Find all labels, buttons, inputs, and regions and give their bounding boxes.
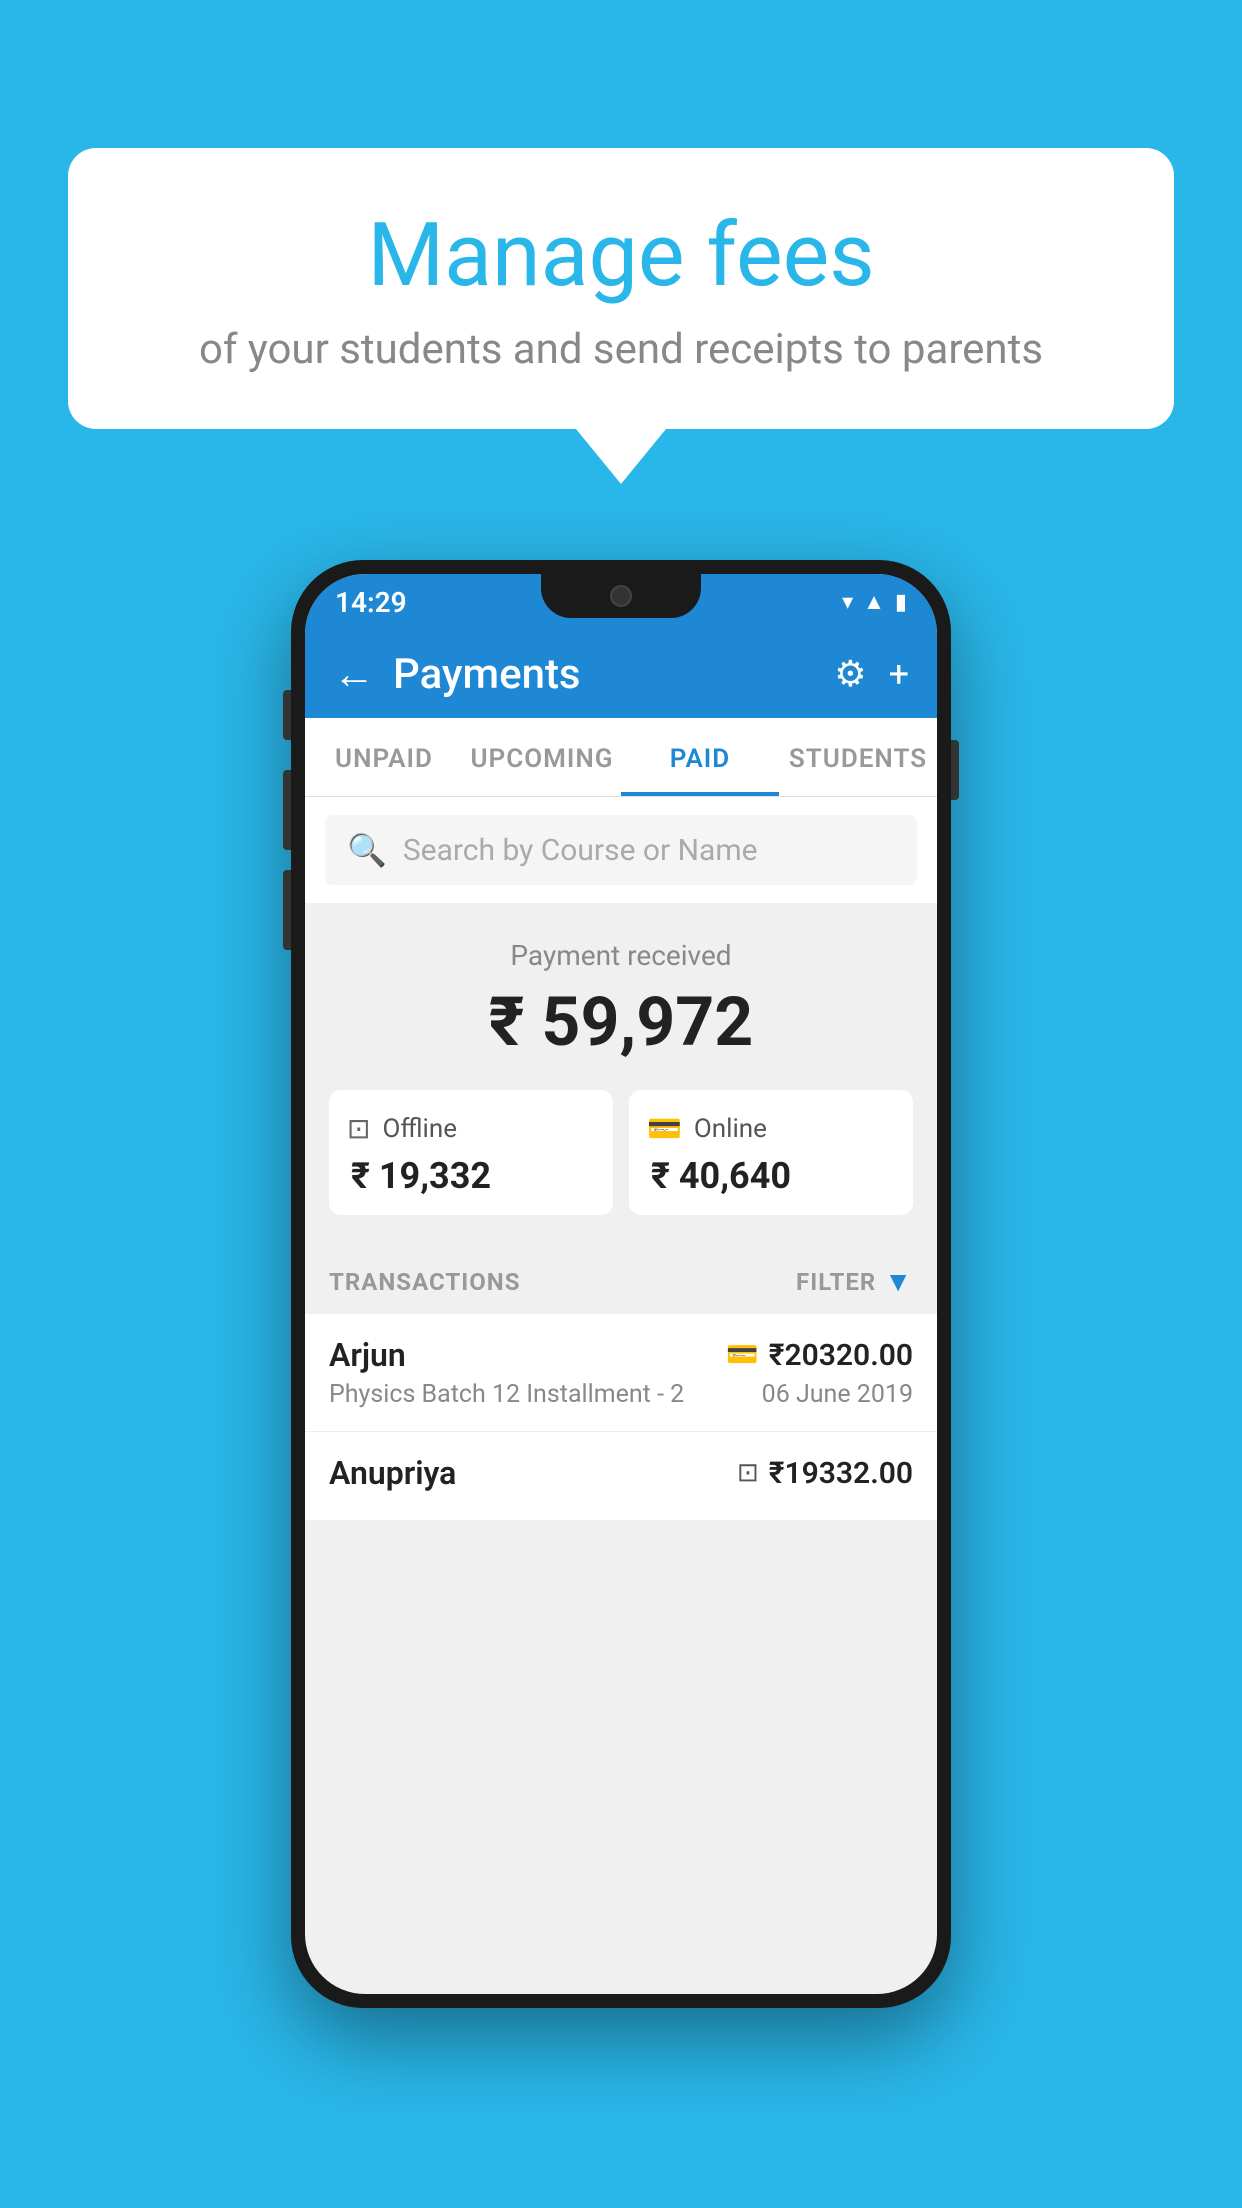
search-placeholder: Search by Course or Name	[403, 833, 758, 868]
payment-cards: ⊡ Offline ₹ 19,332 💳 Online ₹ 40,640	[329, 1090, 913, 1215]
phone-outer: 14:29 ▾ ▲ ▮ ← Payments ⚙ + UNPAID	[291, 560, 951, 2008]
transaction-name-arjun: Arjun	[329, 1336, 406, 1374]
app-bar-icons: ⚙ +	[834, 653, 909, 695]
tab-upcoming[interactable]: UPCOMING	[463, 718, 621, 796]
filter-label: FILTER	[796, 1268, 876, 1296]
app-bar: ← Payments ⚙ +	[305, 630, 937, 718]
speech-bubble-subtitle: of your students and send receipts to pa…	[138, 325, 1104, 374]
payment-summary: Payment received ₹ 59,972 ⊡ Offline ₹ 19…	[305, 903, 937, 1243]
speech-bubble-arrow	[576, 429, 666, 484]
transactions-label: TRANSACTIONS	[329, 1268, 521, 1296]
back-button[interactable]: ←	[333, 650, 375, 699]
payment-total: ₹ 59,972	[325, 982, 917, 1062]
speech-bubble-title: Manage fees	[138, 208, 1104, 305]
transactions-header: TRANSACTIONS FILTER ▼	[305, 1243, 937, 1314]
search-icon: 🔍	[347, 831, 387, 869]
search-bar[interactable]: 🔍 Search by Course or Name	[325, 815, 917, 885]
offline-card: ⊡ Offline ₹ 19,332	[329, 1090, 613, 1215]
phone-wrapper: 14:29 ▾ ▲ ▮ ← Payments ⚙ + UNPAID	[291, 560, 951, 2008]
offline-amount: ₹ 19,332	[351, 1155, 595, 1197]
transaction-date-arjun: 06 June 2019	[762, 1380, 913, 1409]
transaction-amount-anupriya: ₹19332.00	[769, 1456, 913, 1491]
signal-icon: ▲	[863, 589, 885, 615]
transaction-item-arjun[interactable]: Arjun 💳 ₹20320.00 Physics Batch 12 Insta…	[305, 1314, 937, 1432]
online-card-header: 💳 Online	[647, 1112, 895, 1145]
transaction-row1-anupriya: Anupriya ⊡ ₹19332.00	[329, 1454, 913, 1492]
offline-icon: ⊡	[347, 1112, 370, 1145]
tab-paid[interactable]: PAID	[621, 718, 779, 796]
transaction-amount-arjun: ₹20320.00	[769, 1338, 913, 1373]
speech-bubble: Manage fees of your students and send re…	[68, 148, 1174, 429]
online-amount: ₹ 40,640	[651, 1155, 895, 1197]
phone-side-button-left-2	[283, 770, 291, 850]
add-icon[interactable]: +	[889, 653, 909, 695]
online-card: 💳 Online ₹ 40,640	[629, 1090, 913, 1215]
tab-students[interactable]: STUDENTS	[779, 718, 937, 796]
phone-side-button-left-3	[283, 870, 291, 950]
phone-camera	[610, 585, 632, 607]
payment-label: Payment received	[325, 939, 917, 972]
cash-icon: ⊡	[737, 1458, 759, 1488]
app-title: Payments	[393, 650, 834, 699]
phone-notch	[541, 574, 701, 618]
online-icon: 💳	[647, 1112, 682, 1145]
tabs: UNPAID UPCOMING PAID STUDENTS	[305, 718, 937, 797]
card-icon: 💳	[726, 1340, 758, 1370]
phone-screen: 14:29 ▾ ▲ ▮ ← Payments ⚙ + UNPAID	[305, 574, 937, 1994]
phone-side-button-right	[951, 740, 959, 800]
transaction-name-anupriya: Anupriya	[329, 1454, 456, 1492]
filter-icon: ▼	[884, 1265, 913, 1298]
search-container: 🔍 Search by Course or Name	[305, 797, 937, 903]
transaction-item-anupriya[interactable]: Anupriya ⊡ ₹19332.00	[305, 1432, 937, 1521]
transaction-row2: Physics Batch 12 Installment - 2 06 June…	[329, 1380, 913, 1409]
offline-label: Offline	[382, 1114, 457, 1144]
status-icons: ▾ ▲ ▮	[842, 589, 907, 615]
settings-icon[interactable]: ⚙	[834, 653, 866, 695]
transaction-amount-row: 💳 ₹20320.00	[726, 1338, 913, 1373]
status-time: 14:29	[335, 586, 407, 619]
transaction-row1: Arjun 💳 ₹20320.00	[329, 1336, 913, 1374]
offline-card-header: ⊡ Offline	[347, 1112, 595, 1145]
wifi-icon: ▾	[842, 590, 853, 615]
transaction-amount-row-anupriya: ⊡ ₹19332.00	[737, 1456, 913, 1491]
tab-unpaid[interactable]: UNPAID	[305, 718, 463, 796]
online-label: Online	[694, 1114, 767, 1144]
speech-bubble-container: Manage fees of your students and send re…	[68, 148, 1174, 484]
phone-side-button-left-1	[283, 690, 291, 740]
transaction-course-arjun: Physics Batch 12 Installment - 2	[329, 1380, 684, 1409]
battery-icon: ▮	[895, 590, 907, 615]
filter-button[interactable]: FILTER ▼	[796, 1265, 913, 1298]
